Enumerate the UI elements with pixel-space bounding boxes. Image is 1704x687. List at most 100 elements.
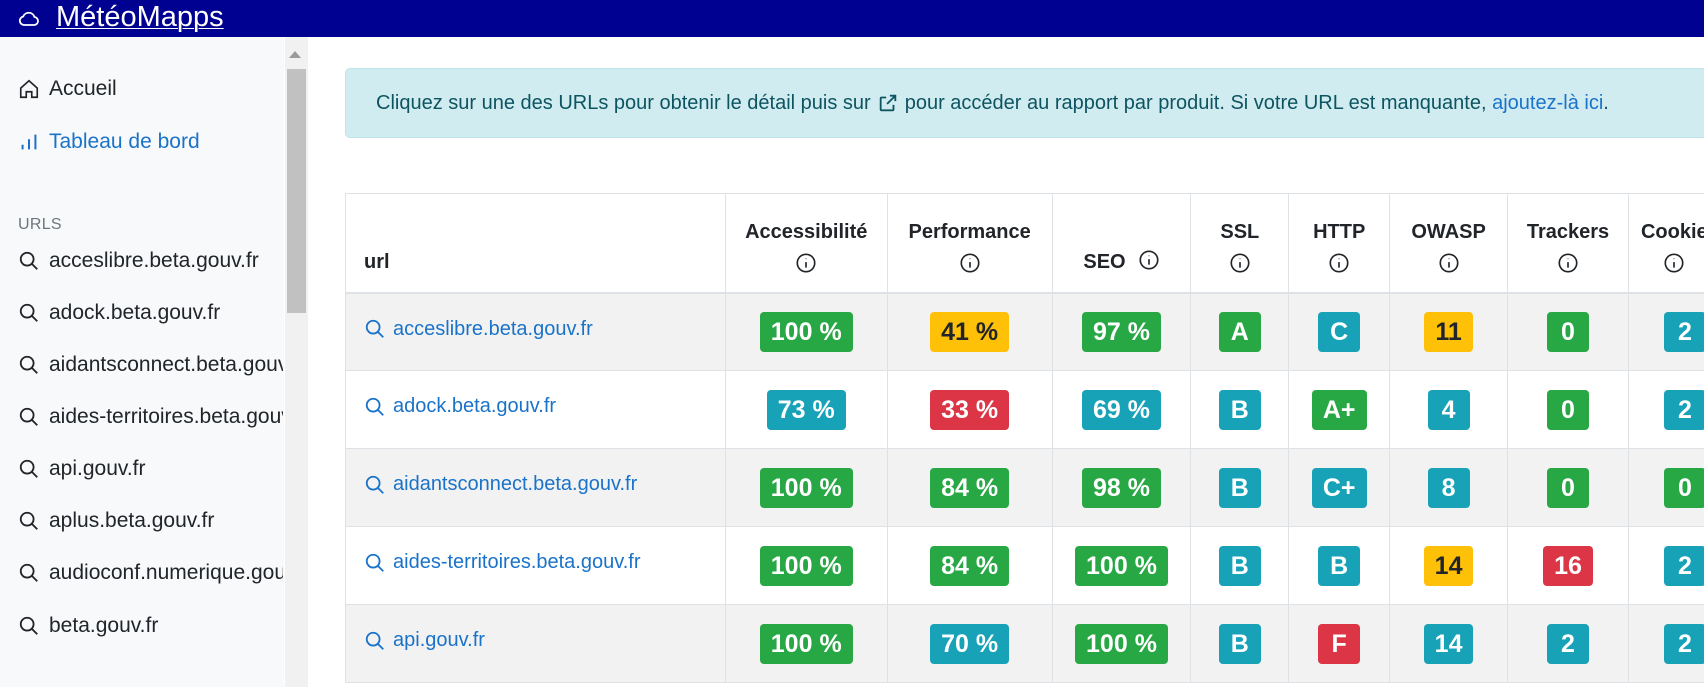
search-icon (365, 319, 384, 338)
cookies-badge: 0 (1663, 467, 1704, 508)
sidebar-url-label: aidantsconnect.beta.gouv.fr (49, 353, 283, 376)
cookies-badge: 2 (1663, 545, 1704, 586)
info-icon[interactable] (1138, 249, 1160, 271)
owasp-badge: 14 (1423, 623, 1474, 664)
url-link[interactable]: acceslibre.beta.gouv.fr (364, 318, 593, 341)
search-icon (365, 553, 384, 572)
results-table: url Accessibilité Performance SEO SSL HT… (345, 193, 1704, 683)
scroll-up-arrow-icon[interactable] (289, 51, 301, 58)
trackers-badge: 0 (1546, 311, 1589, 352)
accessibility-badge: 73 % (766, 389, 846, 430)
sidebar-url-item[interactable]: aidantsconnect.beta.gouv.fr (18, 353, 283, 377)
alert-end: . (1603, 91, 1609, 114)
sidebar-item-label: Accueil (49, 77, 117, 100)
add-url-link[interactable]: ajoutez-là ici (1492, 92, 1603, 115)
ssl-badge: B (1218, 545, 1261, 586)
performance-badge: 84 % (930, 467, 1010, 508)
url-link[interactable]: aidantsconnect.beta.gouv.fr (364, 473, 637, 496)
search-icon (19, 511, 38, 530)
info-icon[interactable] (1557, 252, 1579, 274)
alert-text-after: pour accéder au rapport par produit. Si … (904, 91, 1487, 114)
sidebar-item-home[interactable]: Accueil (18, 77, 283, 101)
performance-badge: 41 % (930, 311, 1010, 352)
seo-badge: 69 % (1081, 389, 1161, 430)
accessibility-badge: 100 % (759, 311, 853, 352)
search-icon (365, 475, 384, 494)
table-row: aides-territoires.beta.gouv.fr 100 % 84 … (345, 526, 1704, 605)
table-row: api.gouv.fr 100 % 70 % 100 % B F 14 2 2 (345, 604, 1704, 683)
info-icon[interactable] (1438, 252, 1460, 274)
brand-link[interactable]: MétéoMapps (56, 0, 224, 34)
owasp-badge: 14 (1423, 545, 1474, 586)
search-icon (19, 563, 38, 582)
column-header-owasp[interactable]: OWASP (1389, 193, 1509, 294)
info-icon[interactable] (959, 252, 981, 274)
sidebar-url-item[interactable]: api.gouv.fr (18, 457, 283, 481)
table-row: aidantsconnect.beta.gouv.fr 100 % 84 % 9… (345, 448, 1704, 527)
sidebar-url-item[interactable]: aplus.beta.gouv.fr (18, 509, 283, 533)
column-header-performance[interactable]: Performance (886, 193, 1053, 294)
http-badge: C (1318, 311, 1361, 352)
cloud-icon (18, 11, 39, 26)
trackers-badge: 0 (1546, 389, 1589, 430)
search-icon (19, 303, 38, 322)
column-header-url[interactable]: url (345, 193, 726, 294)
scroll-thumb[interactable] (287, 69, 306, 313)
search-icon (365, 631, 384, 650)
sidebar-url-item[interactable]: beta.gouv.fr (18, 614, 283, 638)
sidebar-url-item[interactable]: adock.beta.gouv.fr (18, 301, 283, 325)
column-header-cookies[interactable]: Cookies (1627, 193, 1704, 294)
ssl-badge: B (1218, 623, 1261, 664)
column-header-accessibilite[interactable]: Accessibilité (724, 193, 888, 294)
url-link[interactable]: adock.beta.gouv.fr (364, 395, 556, 418)
http-badge: F (1318, 623, 1361, 664)
owasp-badge: 4 (1427, 389, 1470, 430)
sidebar-url-label: aides-territoires.beta.gouv.fr (49, 405, 283, 428)
trackers-badge: 16 (1543, 545, 1593, 586)
section-title-urls: URLS (18, 216, 62, 233)
search-icon (19, 459, 38, 478)
sidebar-url-item[interactable]: aides-territoires.beta.gouv.fr (18, 405, 283, 429)
column-header-trackers[interactable]: Trackers (1507, 193, 1629, 294)
owasp-badge: 8 (1427, 467, 1470, 508)
sidebar-url-label: api.gouv.fr (49, 457, 146, 480)
bar-chart-icon (21, 134, 37, 150)
table-row: adock.beta.gouv.fr 73 % 33 % 69 % B A+ 4… (345, 370, 1704, 449)
search-icon (19, 616, 38, 635)
info-icon[interactable] (795, 252, 817, 274)
sidebar-url-item[interactable]: acceslibre.beta.gouv.fr (18, 249, 283, 273)
seo-badge: 100 % (1075, 623, 1168, 664)
sidebar-url-label: beta.gouv.fr (49, 614, 159, 637)
sidebar-item-dashboard[interactable]: Tableau de bord (18, 130, 283, 154)
column-header-ssl[interactable]: SSL (1190, 193, 1290, 294)
url-link[interactable]: aides-territoires.beta.gouv.fr (364, 551, 641, 574)
external-link-icon (879, 94, 896, 112)
cookies-badge: 2 (1663, 311, 1704, 352)
alert-text-before: Cliquez sur une des URLs pour obtenir le… (376, 91, 871, 114)
owasp-badge: 11 (1424, 311, 1473, 352)
results-table-wrapper: url Accessibilité Performance SEO SSL HT… (345, 193, 1704, 683)
accessibility-badge: 100 % (759, 467, 853, 508)
info-icon[interactable] (1663, 252, 1685, 274)
sidebar-url-item[interactable]: audioconf.numerique.gouv.fr (18, 561, 283, 585)
info-icon[interactable] (1328, 252, 1350, 274)
column-header-http[interactable]: HTTP (1288, 193, 1391, 294)
ssl-badge: A (1218, 311, 1261, 352)
seo-badge: 97 % (1081, 311, 1161, 352)
url-link[interactable]: api.gouv.fr (364, 629, 485, 652)
info-alert: Cliquez sur une des URLs pour obtenir le… (345, 68, 1704, 138)
top-bar: MétéoMapps (0, 0, 1704, 37)
column-header-seo[interactable]: SEO (1051, 193, 1192, 294)
sidebar-item-label: Tableau de bord (49, 130, 200, 153)
performance-badge: 33 % (930, 389, 1010, 430)
performance-badge: 70 % (930, 623, 1010, 664)
ssl-badge: B (1218, 389, 1261, 430)
info-icon[interactable] (1229, 252, 1251, 274)
sidebar-scrollbar[interactable] (285, 37, 308, 687)
home-icon (19, 79, 39, 99)
sidebar: Accueil Tableau de bord URLS acceslibre.… (0, 37, 284, 687)
http-badge: C+ (1311, 467, 1367, 508)
table-row: acceslibre.beta.gouv.fr 100 % 41 % 97 % … (345, 292, 1704, 371)
http-badge: A+ (1311, 389, 1367, 430)
sidebar-url-label: aplus.beta.gouv.fr (49, 509, 215, 532)
